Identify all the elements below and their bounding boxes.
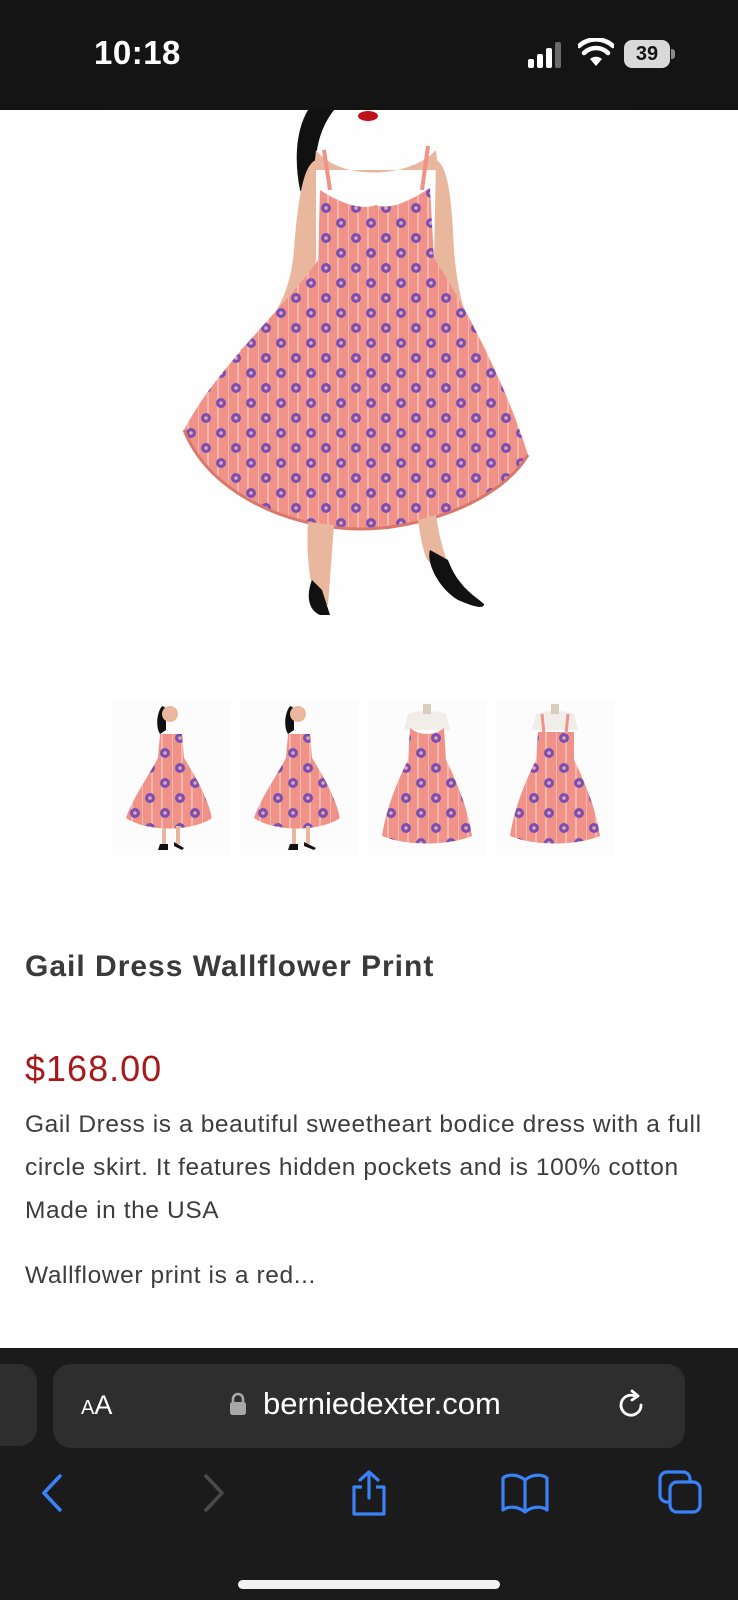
home-indicator	[238, 1580, 500, 1589]
back-button-icon[interactable]	[28, 1468, 78, 1518]
browser-toolbar: AA berniedexter.com	[0, 1348, 738, 1600]
previous-tab-preview[interactable]	[0, 1364, 37, 1446]
product-description-truncated: Wallflower print is a red...	[25, 1262, 316, 1289]
share-icon[interactable]	[344, 1468, 394, 1518]
web-page: Gail Dress Wallflower Print $168.00 Gail…	[0, 110, 738, 1348]
forward-button-icon[interactable]	[188, 1468, 238, 1518]
status-bar: 10:18 39	[0, 0, 738, 110]
product-thumbnail-gallery	[112, 700, 622, 855]
product-price: $168.00	[25, 1048, 163, 1089]
battery-level: 39	[624, 40, 670, 68]
thumbnail-mannequin-back[interactable]	[496, 700, 614, 855]
thumbnail-mannequin-front[interactable]	[368, 700, 486, 855]
product-description: Gail Dress is a beautiful sweetheart bod…	[25, 1111, 702, 1224]
lock-icon	[230, 1392, 246, 1415]
thumbnail-model-front[interactable]	[112, 700, 230, 855]
battery-icon: 39	[624, 40, 675, 68]
product-main-image[interactable]	[108, 110, 626, 655]
tabs-icon[interactable]	[656, 1468, 706, 1518]
text-size-button[interactable]: AA	[81, 1390, 112, 1421]
address-bar[interactable]: AA berniedexter.com	[53, 1364, 685, 1448]
status-time: 10:18	[94, 34, 181, 71]
wifi-icon	[578, 38, 614, 66]
url-text[interactable]: berniedexter.com	[263, 1386, 501, 1422]
reload-icon[interactable]	[615, 1388, 649, 1422]
cellular-signal-icon	[528, 42, 566, 68]
thumbnail-model-side[interactable]	[240, 700, 358, 855]
product-title: Gail Dress Wallflower Print	[25, 950, 435, 983]
bookmarks-icon[interactable]	[500, 1468, 550, 1518]
